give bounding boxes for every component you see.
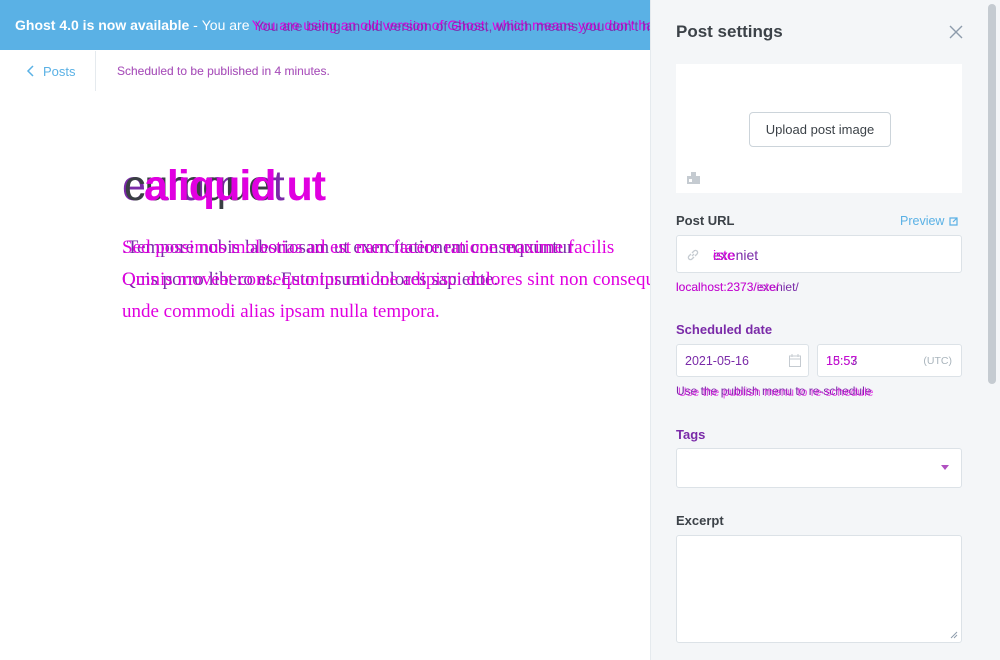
resize-grip-icon[interactable]: [950, 631, 958, 639]
post-settings-panel: Post settings Upload post image Post URL…: [650, 0, 1000, 660]
image-placeholder-icon: [687, 172, 700, 184]
external-link-icon: [949, 216, 959, 226]
upload-post-image-button[interactable]: Upload post image: [749, 112, 891, 147]
preview-link-label: Preview: [900, 214, 945, 228]
tags-label-text: Tags: [676, 427, 706, 442]
schedule-date-input[interactable]: 2021-05-16: [676, 344, 809, 377]
banner-message-base: You are: [201, 17, 250, 33]
panel-scrollbar[interactable]: [987, 2, 997, 660]
post-url-hint-b: localhost:2373/iste/: [676, 280, 779, 294]
post-url-value-b: iste: [713, 247, 735, 263]
body-line-3: unde commodi alias ipsam nulla tempora.: [122, 296, 650, 328]
scheduled-date-label-text: Scheduled date: [676, 322, 773, 337]
panel-scrollbar-thumb[interactable]: [988, 4, 996, 384]
panel-title: Post settings: [676, 22, 783, 41]
back-to-posts-link[interactable]: Posts: [0, 51, 96, 91]
back-link-label: Posts: [43, 63, 76, 79]
link-icon: [687, 249, 699, 261]
excerpt-label: Excerpt: [676, 513, 724, 528]
ghost-editor-app: Ghost 4.0 is now available - You are You…: [0, 0, 1000, 660]
schedule-time-input[interactable]: 15:53 18:57 (UTC): [817, 344, 962, 377]
preview-link[interactable]: Preview: [900, 214, 959, 228]
banner-headline[interactable]: Ghost 4.0 is now available: [15, 17, 189, 33]
banner-separator: -: [189, 17, 202, 33]
banner-message: You are You are using an old version of …: [201, 17, 650, 34]
post-body[interactable]: .Tempore nobis laboriosam ut exercitatio…: [122, 232, 650, 328]
editor-topbar: Posts Scheduled to be published in 4 min…: [0, 50, 650, 92]
tags-select[interactable]: [676, 448, 962, 488]
body-line-2: Quis porro libero et. Esto ipsum dolores…: [122, 264, 650, 296]
timezone-label: (UTC): [923, 355, 952, 367]
post-url-label: Post URL: [676, 213, 735, 228]
chevron-left-icon: [26, 65, 34, 77]
post-image-upload-area[interactable]: Upload post image: [676, 64, 962, 193]
post-title-layer-c: aliquid ut: [144, 162, 326, 210]
post-status-overlay: Scheduled to be published in 4 minutes.: [117, 64, 330, 78]
body-line-1: .Tempore nobis laboriosam ut exercitatio…: [122, 232, 650, 264]
body-line-2-layer-b: Omnis moveat consequuntur ratione adipis…: [122, 269, 650, 290]
banner-message-overlay-b: You are being an old version of Ghost, w…: [254, 18, 650, 34]
chevron-down-icon: [941, 465, 949, 470]
update-banner: Ghost 4.0 is now available - You are You…: [0, 0, 650, 50]
post-status: Scheduled to be published in 4 minutes. …: [117, 64, 330, 78]
body-line-1-layer-b: Sed possimus molestias ad est nam facere…: [122, 237, 615, 258]
close-icon[interactable]: [948, 24, 964, 40]
excerpt-textarea[interactable]: [676, 535, 962, 643]
body-line-3-text: unde commodi alias ipsam nulla tempora.: [122, 301, 440, 322]
schedule-time-value-b: 18:57: [826, 354, 858, 368]
schedule-date-value-text: 2021-05-16: [685, 354, 749, 368]
editor-canvas[interactable]: earum et cumque aliquid ut .Tempore nobi…: [0, 92, 650, 660]
schedule-hint-b: Use the publish menu to re-schedule: [678, 385, 874, 399]
post-title[interactable]: earum et cumque aliquid ut: [122, 162, 642, 212]
calendar-icon: [789, 354, 801, 367]
post-url-input[interactable]: exeniet iste: [676, 235, 962, 273]
